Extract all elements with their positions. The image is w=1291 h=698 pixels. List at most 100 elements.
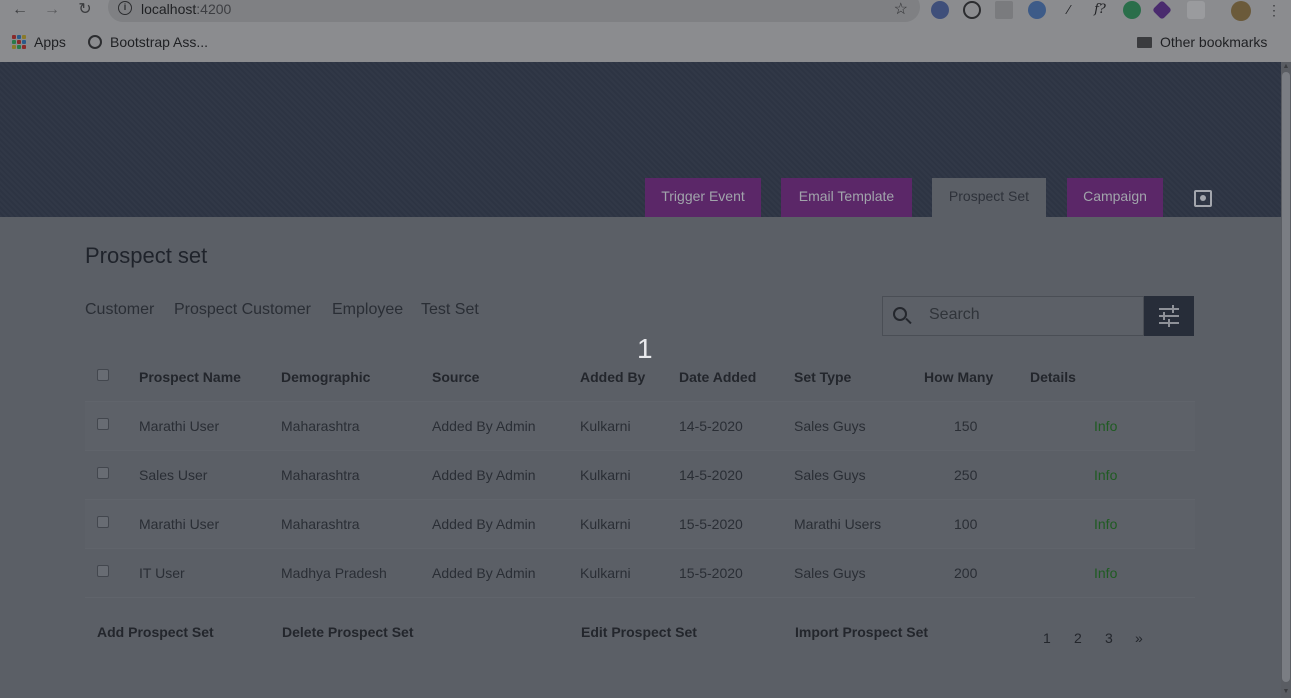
browser-menu-icon[interactable]: ⋮: [1264, 0, 1284, 22]
site-info-icon[interactable]: i: [118, 1, 132, 15]
cell-demographic: Maharashtra: [281, 516, 360, 532]
folder-icon: [1137, 36, 1152, 48]
extension-square-icon[interactable]: [995, 1, 1013, 19]
cell-set-type: Sales Guys: [794, 418, 866, 434]
bookmark-bootstrap-label: Bootstrap Ass...: [110, 34, 209, 50]
filter-tab-prospect-customer[interactable]: Prospect Customer: [174, 301, 311, 319]
cell-source: Added By Admin: [432, 565, 536, 581]
cell-date-added: 14-5-2020: [679, 467, 743, 483]
pagination-page-3[interactable]: 3: [1105, 630, 1113, 646]
scroll-up-icon[interactable]: ▲: [1282, 63, 1290, 71]
column-header[interactable]: Set Type: [794, 369, 851, 385]
profile-avatar[interactable]: [1231, 1, 1251, 21]
row-checkbox[interactable]: [97, 418, 109, 430]
tab-trigger-event[interactable]: Trigger Event: [645, 178, 761, 217]
column-header[interactable]: Source: [432, 369, 479, 385]
extension-green-icon[interactable]: [1123, 1, 1141, 19]
other-bookmarks[interactable]: Other bookmarks: [1137, 34, 1267, 50]
add-prospect-set-button[interactable]: Add Prospect Set: [97, 624, 214, 640]
column-header[interactable]: Demographic: [281, 369, 370, 385]
browser-chrome: ← → ↻ i localhost:4200 ☆ ⁄ f? ⋮ Apps Boo…: [0, 0, 1291, 62]
cell-set-type: Sales Guys: [794, 565, 866, 581]
cell-added-by: Kulkarni: [580, 418, 631, 434]
cell-prospect-name: IT User: [139, 565, 185, 581]
table-row[interactable]: IT User Madhya Pradesh Added By Admin Ku…: [85, 548, 1195, 597]
info-link[interactable]: Info: [1094, 516, 1117, 532]
extension-cloud-icon[interactable]: [1187, 1, 1205, 19]
cell-date-added: 15-5-2020: [679, 565, 743, 581]
search-box: [882, 296, 1144, 336]
bookmark-apps[interactable]: Apps: [12, 34, 66, 50]
prospect-table: Prospect Name Demographic Source Added B…: [85, 353, 1195, 647]
cell-prospect-name: Sales User: [139, 467, 208, 483]
cell-set-type: Sales Guys: [794, 467, 866, 483]
cell-date-added: 14-5-2020: [679, 418, 743, 434]
cell-added-by: Kulkarni: [580, 516, 631, 532]
bookmark-bootstrap[interactable]: Bootstrap Ass...: [88, 34, 208, 50]
extension-globe-icon[interactable]: [931, 1, 949, 19]
cell-set-type: Marathi Users: [794, 516, 882, 532]
import-prospect-set-button[interactable]: Import Prospect Set: [795, 624, 928, 640]
scroll-down-icon[interactable]: ▼: [1282, 688, 1290, 696]
globe-icon: [88, 35, 102, 49]
filter-settings-button[interactable]: [1144, 296, 1194, 336]
row-checkbox[interactable]: [97, 565, 109, 577]
column-header[interactable]: Details: [1030, 369, 1076, 385]
tab-prospect-set[interactable]: Prospect Set: [932, 178, 1046, 217]
info-link[interactable]: Info: [1094, 467, 1117, 483]
pagination-page-2[interactable]: 2: [1074, 630, 1082, 646]
forward-icon[interactable]: →: [42, 0, 62, 22]
filter-tab-customer[interactable]: Customer: [85, 301, 154, 319]
address-bar[interactable]: i localhost:4200 ☆: [108, 0, 920, 22]
bookmark-star-icon[interactable]: ☆: [894, 0, 908, 19]
row-checkbox[interactable]: [97, 516, 109, 528]
column-header[interactable]: Date Added: [679, 369, 756, 385]
browser-nav-row: ← → ↻ i localhost:4200 ☆ ⁄ f? ⋮: [0, 0, 1291, 22]
pagination-next[interactable]: »: [1135, 630, 1143, 646]
extension-purple-icon[interactable]: [1152, 0, 1172, 20]
column-header[interactable]: Added By: [580, 369, 645, 385]
column-header[interactable]: Prospect Name: [139, 369, 241, 385]
cell-how-many: 250: [954, 467, 978, 483]
info-link[interactable]: Info: [1094, 418, 1117, 434]
row-checkbox[interactable]: [97, 467, 109, 479]
search-icon: [893, 307, 907, 321]
pagination-page-1[interactable]: 1: [1043, 630, 1051, 646]
cell-date-added: 15-5-2020: [679, 516, 743, 532]
table-row[interactable]: Sales User Maharashtra Added By Admin Ku…: [85, 450, 1195, 499]
edit-prospect-set-button[interactable]: Edit Prospect Set: [581, 624, 697, 640]
apps-grid-icon: [12, 35, 26, 49]
reload-icon[interactable]: ↻: [75, 0, 95, 22]
table-row[interactable]: Marathi User Maharashtra Added By Admin …: [85, 401, 1195, 450]
select-all-checkbox[interactable]: [97, 369, 109, 381]
tab-email-template[interactable]: Email Template: [781, 178, 912, 217]
tab-campaign[interactable]: Campaign: [1067, 178, 1163, 217]
search-input[interactable]: [929, 306, 1129, 324]
table-header-row: Prospect Name Demographic Source Added B…: [85, 353, 1195, 402]
scrollbar-thumb[interactable]: [1282, 72, 1290, 682]
cell-source: Added By Admin: [432, 516, 536, 532]
cell-demographic: Maharashtra: [281, 467, 360, 483]
cell-prospect-name: Marathi User: [139, 516, 220, 532]
account-box-icon[interactable]: [1194, 190, 1212, 207]
page-title: Prospect set: [85, 243, 208, 268]
address-url[interactable]: localhost:4200: [141, 1, 231, 17]
url-port: :4200: [196, 1, 232, 17]
delete-prospect-set-button[interactable]: Delete Prospect Set: [282, 624, 414, 640]
filter-tab-employee[interactable]: Employee: [332, 301, 403, 319]
cell-demographic: Madhya Pradesh: [281, 565, 387, 581]
bookmarks-bar: Apps Bootstrap Ass... Other bookmarks: [0, 30, 1291, 56]
table-row[interactable]: Marathi User Maharashtra Added By Admin …: [85, 499, 1195, 548]
cell-prospect-name: Marathi User: [139, 418, 220, 434]
cell-how-many: 150: [954, 418, 978, 434]
extension-blue-icon[interactable]: [1028, 1, 1046, 19]
extension-function-icon[interactable]: f?: [1091, 1, 1109, 19]
cell-added-by: Kulkarni: [580, 565, 631, 581]
extension-compass-icon[interactable]: [963, 1, 981, 19]
info-link[interactable]: Info: [1094, 565, 1117, 581]
column-header[interactable]: How Many: [924, 369, 993, 385]
back-icon[interactable]: ←: [10, 0, 30, 22]
filter-tab-test-set[interactable]: Test Set: [421, 301, 479, 319]
bookmark-apps-label: Apps: [34, 34, 66, 50]
extension-eyedropper-icon[interactable]: ⁄: [1060, 1, 1078, 19]
